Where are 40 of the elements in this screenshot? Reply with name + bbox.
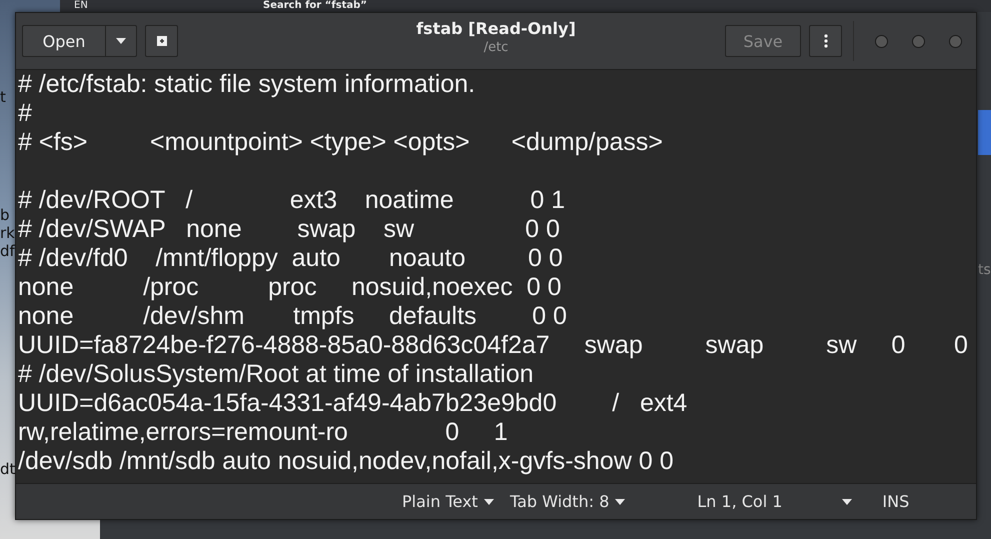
new-tab-icon [154, 35, 168, 47]
new-tab-button[interactable] [145, 25, 178, 57]
open-button[interactable]: Open [22, 25, 105, 57]
background-window-title: Search for “fstab” [263, 0, 367, 11]
caret-icon [615, 498, 626, 504]
text-line: # /dev/SolusSystem/Root at time of installation [18, 360, 534, 389]
caret-icon [116, 38, 126, 44]
dropdown-button[interactable] [105, 25, 137, 57]
text-line: UUID=fa8724be-f276-4888-85a0-88d63c04f2a7 swap swap sw 0 0 [18, 331, 968, 360]
text-line: none /proc proc nosuid,noexec 0 0 [18, 273, 562, 302]
text-line: # /etc/fstab: static file system information. [18, 70, 476, 99]
background-text: ts [978, 262, 991, 278]
text-line: UUID=d6ac054a-15fa-4331-af49-4ab7b23e9bd0 / ext4 [18, 389, 688, 418]
window-subtitle: /etc [484, 40, 508, 55]
caret-icon [842, 498, 852, 504]
text-line: # /dev/ROOT / ext3 noatime 0 1 [18, 186, 565, 215]
window-title: fstab [Read-Only] [416, 19, 576, 38]
keyboard-layout-label: EN [74, 0, 88, 11]
background-text: rk [0, 224, 14, 242]
insert-mode-indicator: INS [882, 492, 910, 511]
text-line: # /dev/fd0 /mnt/floppy auto noauto 0 0 [18, 244, 563, 273]
text-line: none /dev/shm tmpfs defaults 0 0 [18, 302, 567, 331]
background-text: dt [0, 460, 14, 478]
background-text: t [0, 88, 7, 106]
text-line: # <fs> <mountpoint> <type> <opts> <dump/pass> [18, 128, 663, 157]
background-text: df [0, 242, 14, 260]
menu-icon [824, 34, 828, 48]
position-dropdown[interactable] [842, 498, 852, 504]
language-selector[interactable]: Plain Text [402, 492, 494, 511]
tab-width-selector[interactable]: Tab Width: 8 [510, 492, 626, 511]
cursor-position: Ln 1, Col 1 [697, 492, 782, 511]
menu-button[interactable] [809, 25, 842, 57]
background-text: b [0, 206, 11, 224]
text-line: # [18, 99, 32, 128]
text-area[interactable] [16, 70, 976, 483]
caret-icon [484, 498, 494, 504]
text-line: /dev/sdb /mnt/sdb auto nosuid,nodev,nofail,x-gvfs-show 0 0 [18, 447, 674, 476]
text-line: rw,relatime,errors=remount-ro 0 1 [18, 418, 508, 447]
text-line: # /dev/SWAP none swap sw 0 0 [18, 215, 560, 244]
selection-bar [978, 110, 991, 155]
